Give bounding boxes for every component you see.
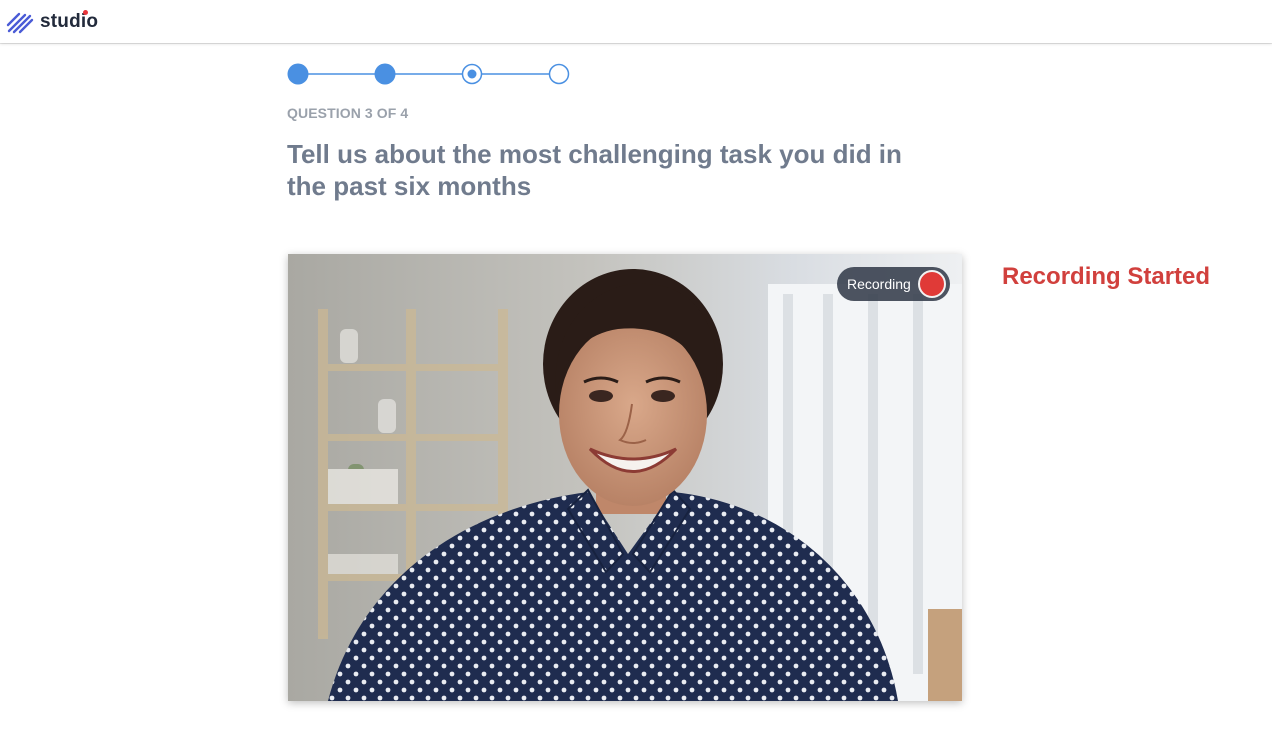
step-current-dot bbox=[467, 69, 477, 79]
record-dot-icon[interactable] bbox=[918, 270, 946, 298]
step-upcoming bbox=[548, 63, 570, 85]
video-preview: Recording bbox=[288, 254, 962, 701]
brand-dot bbox=[83, 9, 89, 15]
step-completed bbox=[287, 63, 309, 85]
studio-logo[interactable]: studio bbox=[5, 7, 98, 35]
recording-indicator: Recording bbox=[837, 267, 950, 301]
step-completed bbox=[374, 63, 396, 85]
brand-name: studio bbox=[40, 9, 99, 32]
question-counter: QUESTION 3 OF 4 bbox=[287, 105, 409, 121]
recording-status: Recording Started bbox=[1002, 263, 1211, 290]
progress-stepper bbox=[287, 62, 571, 86]
question-title: Tell us about the most challenging task … bbox=[287, 139, 902, 201]
recording-label: Recording bbox=[847, 276, 911, 292]
top-bar: studio bbox=[0, 0, 1272, 43]
progress-stepper-graphic bbox=[287, 63, 570, 85]
studio-logo-icon bbox=[6, 12, 34, 34]
webcam-feed-image bbox=[288, 254, 962, 701]
